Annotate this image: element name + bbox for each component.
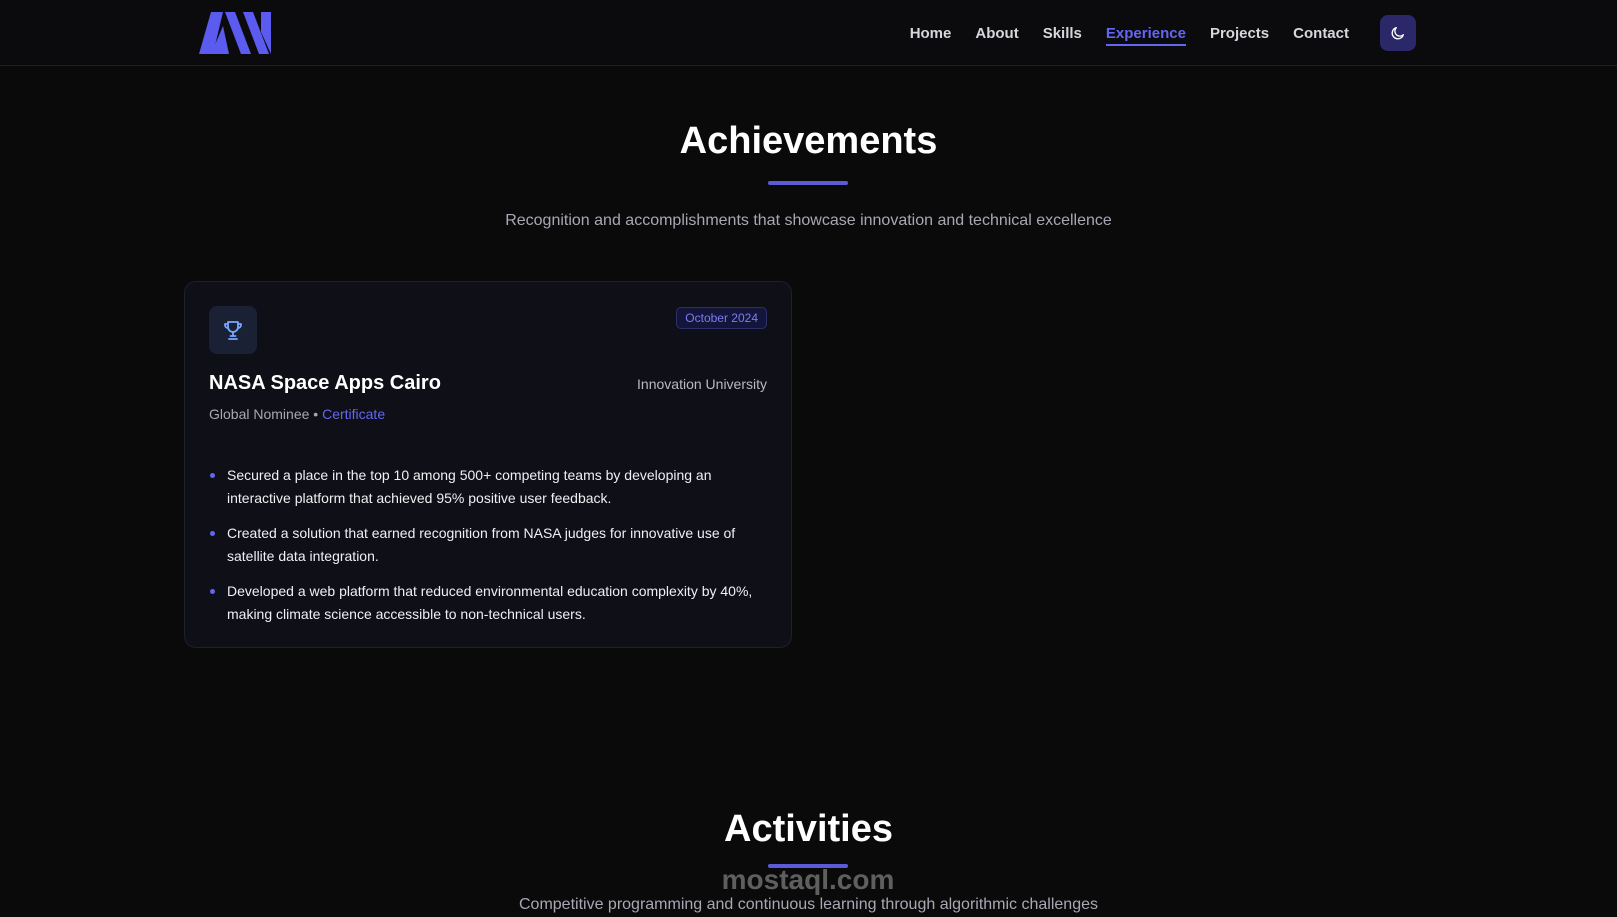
achievements-title-underline (768, 181, 848, 185)
meta-separator: • (313, 406, 319, 422)
brand-logo[interactable] (199, 12, 271, 54)
nav-link-experience[interactable]: Experience (1105, 21, 1187, 46)
certificate-link[interactable]: Certificate (322, 406, 385, 422)
activities-subtitle: Competitive programming and continuous l… (519, 896, 1098, 913)
achievement-meta: Global Nominee • Certificate (209, 406, 385, 422)
achievements-title: Achievements (679, 120, 938, 162)
trophy-icon (224, 321, 242, 340)
moon-icon (1391, 27, 1404, 40)
achievement-bullets: Secured a place in the top 10 among 500+… (209, 464, 769, 638)
nav-link-home[interactable]: Home (910, 21, 952, 46)
achievements-subtitle: Recognition and accomplishments that sho… (505, 212, 1112, 229)
nav-link-projects[interactable]: Projects (1210, 21, 1269, 46)
nav-link-skills[interactable]: Skills (1043, 21, 1082, 46)
nav-link-about[interactable]: About (975, 21, 1018, 46)
list-item: Developed a web platform that reduced en… (209, 580, 769, 626)
trophy-icon-box (209, 306, 257, 354)
nav-link-contact[interactable]: Contact (1293, 21, 1349, 46)
achievement-card: October 2024 NASA Space Apps Cairo Innov… (184, 281, 792, 648)
list-item: Secured a place in the top 10 among 500+… (209, 464, 769, 510)
date-badge: October 2024 (676, 307, 767, 329)
list-item: Created a solution that earned recogniti… (209, 522, 769, 568)
achievement-role: Global Nominee (209, 406, 310, 422)
theme-toggle-button[interactable] (1380, 15, 1416, 51)
achievement-title: NASA Space Apps Cairo (209, 372, 441, 394)
nav-links: Home About Skills Experience Projects Co… (910, 0, 1349, 66)
navbar: Home About Skills Experience Projects Co… (0, 0, 1617, 66)
achievement-organization: Innovation University (637, 376, 767, 392)
watermark: mostaql.com (721, 864, 895, 895)
activities-title: Activities (724, 808, 893, 850)
